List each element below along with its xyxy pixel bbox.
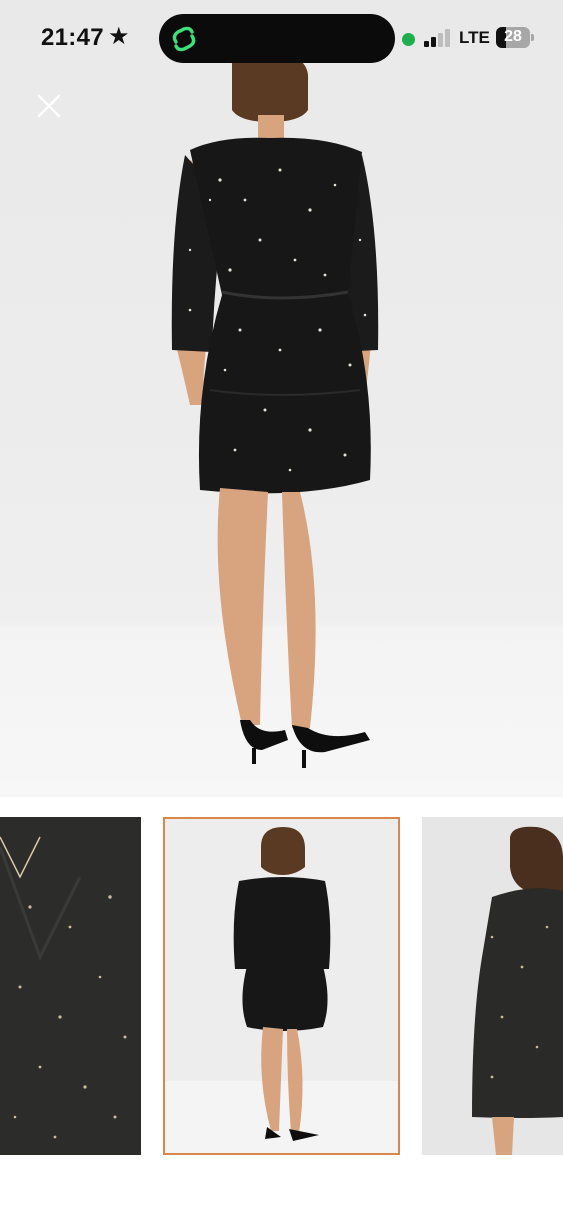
signal-strength-icon xyxy=(424,29,450,47)
thumbnail-strip xyxy=(0,817,563,1155)
status-time: 21:47 xyxy=(41,24,104,51)
upper-back-view-image xyxy=(422,817,563,1155)
star-icon: ★ xyxy=(108,23,130,50)
back-view-thumbnail-image xyxy=(165,819,398,1153)
battery-cap xyxy=(531,34,534,41)
thumbnail-fabric-closeup[interactable] xyxy=(0,817,141,1155)
status-bar: 21:47 ★ LTE 28 xyxy=(0,0,563,78)
camera-indicator-dot xyxy=(402,33,415,46)
link-app-icon xyxy=(172,26,196,52)
product-image-viewer[interactable] xyxy=(0,0,563,797)
main-product-image[interactable] xyxy=(150,60,400,780)
thumbnail-upper-back-view[interactable] xyxy=(422,817,563,1155)
thumbnail-back-view-selected[interactable] xyxy=(163,817,400,1155)
network-type: LTE xyxy=(459,28,490,47)
close-icon[interactable] xyxy=(33,90,65,122)
battery-percentage: 28 xyxy=(504,28,522,45)
battery-icon: 28 xyxy=(496,27,530,48)
fabric-closeup-image xyxy=(0,817,141,1155)
